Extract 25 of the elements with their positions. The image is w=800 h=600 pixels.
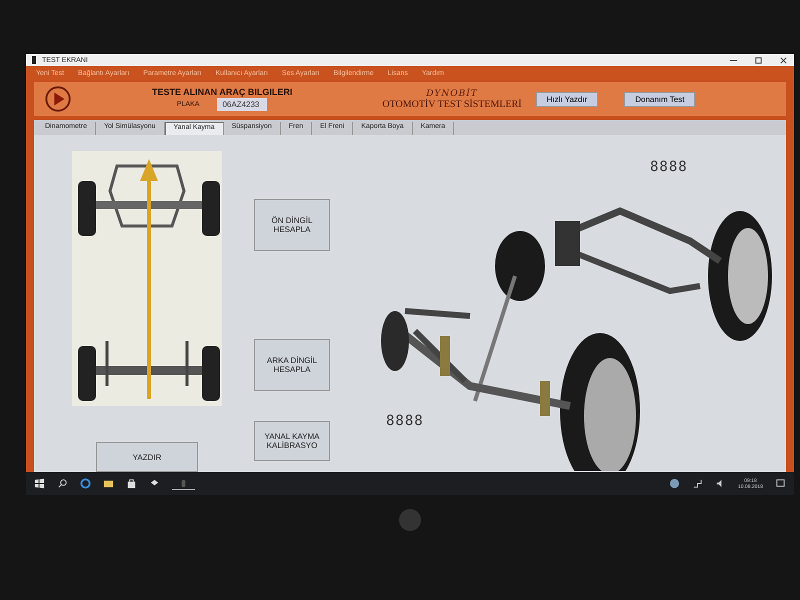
calibration-button[interactable]: YANAL KAYMA KALİBRASYO [254,421,330,461]
windows-start-icon[interactable] [34,478,45,489]
app-taskbar-icon[interactable] [172,478,195,490]
bag-icon[interactable] [126,478,137,489]
play-icon[interactable] [44,85,72,114]
maximize-icon[interactable] [754,56,763,65]
app-icon [32,56,36,64]
notification-icon[interactable] [775,478,786,489]
close-icon[interactable] [779,56,788,65]
search-icon[interactable] [57,478,68,489]
brand-logo: DYNOBİT [426,88,478,99]
vehicle-info-title: TESTE ALINAN ARAÇ BILGILERI [152,87,292,98]
rear-axle-display: 8888 [650,159,688,175]
front-axle-display: 8888 [386,413,424,429]
folder-icon[interactable] [103,478,114,489]
front-axle-button[interactable]: ÖN DİNGİL HESAPLA [254,199,330,251]
header-button[interactable]: Hızlı Yazdır [536,92,598,107]
brand-subtitle: OTOMOTİV TEST SİSTEMLERİ [382,98,522,110]
print-button[interactable]: YAZDIR [96,442,198,472]
browser-icon[interactable] [80,478,91,489]
globe-icon[interactable] [668,478,680,489]
rear-axle-button[interactable]: ARKA DİNGİL HESAPLA [254,339,330,391]
header-button[interactable]: Donanım Test [624,92,696,107]
network-icon[interactable] [692,478,703,489]
plate-field[interactable]: 06AZ4233 [217,98,268,112]
